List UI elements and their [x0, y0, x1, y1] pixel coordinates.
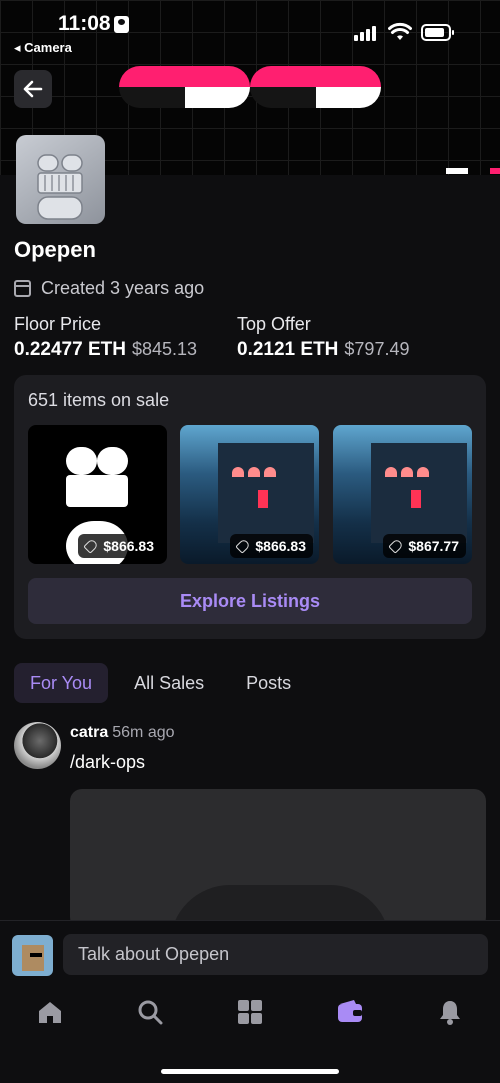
items-on-sale-card: 651 items on sale $866.83 $866.83 $867.7…	[14, 375, 486, 639]
listing-price-tag: $866.83	[230, 534, 313, 558]
created-info: Created 3 years ago	[14, 278, 204, 299]
explore-listings-button[interactable]: Explore Listings	[28, 578, 472, 624]
collection-name: Opepen	[14, 237, 96, 262]
listing-thumbnail[interactable]: $867.77	[333, 425, 472, 564]
home-indicator[interactable]	[161, 1069, 339, 1074]
floor-price-usd: $845.13	[131, 339, 198, 359]
banner-shape	[446, 168, 468, 174]
listing-thumbnail[interactable]: $866.83	[28, 425, 167, 564]
top-offer: Top Offer 0.2121 ETH $797.49	[237, 314, 409, 361]
post-channel[interactable]: /dark-ops	[70, 752, 145, 773]
feed-tabs: For You All Sales Posts	[14, 663, 307, 703]
listing-price: $866.83	[255, 538, 306, 554]
grid-icon[interactable]	[235, 997, 265, 1027]
listing-price: $866.83	[103, 538, 154, 554]
back-button[interactable]	[14, 70, 52, 108]
post-author-avatar[interactable]	[14, 722, 61, 769]
floor-price: Floor Price 0.22477 ETH $845.13	[14, 314, 197, 361]
tab-all-sales[interactable]: All Sales	[118, 663, 220, 703]
home-icon[interactable]	[35, 997, 65, 1027]
top-offer-usd: $797.49	[344, 339, 410, 359]
post-image[interactable]	[70, 789, 486, 929]
comment-composer: Talk about Opepen	[0, 920, 500, 987]
listing-thumbnail[interactable]: $866.83	[180, 425, 319, 564]
arrow-left-icon	[23, 80, 43, 98]
search-icon[interactable]	[135, 997, 165, 1027]
status-bar: 11:08 ◂ Camera	[0, 0, 500, 60]
price-tag-icon	[388, 538, 405, 554]
post-time: 56m ago	[112, 724, 175, 741]
created-label: Created 3 years ago	[41, 278, 205, 298]
top-offer-label: Top Offer	[237, 314, 311, 334]
price-tag-icon	[235, 538, 252, 554]
floor-price-eth: 0.22477 ETH	[14, 339, 126, 360]
composer-input[interactable]: Talk about Opepen	[63, 934, 488, 975]
tab-posts[interactable]: Posts	[230, 663, 307, 703]
battery-icon	[421, 24, 454, 41]
tab-for-you[interactable]: For You	[14, 663, 109, 703]
post-author[interactable]: catra	[70, 724, 108, 741]
wifi-icon	[388, 22, 412, 40]
items-on-sale-title: 651 items on sale	[28, 390, 170, 410]
banner-shape	[250, 66, 381, 108]
collection-avatar	[16, 135, 105, 224]
listing-price: $867.77	[408, 538, 459, 554]
cellular-signal-icon	[354, 25, 380, 41]
floor-price-label: Floor Price	[14, 314, 102, 334]
post-meta: catra 56m ago	[70, 724, 175, 742]
banner-shape	[490, 168, 500, 174]
status-time: 11:08	[58, 12, 111, 35]
back-to-camera-link[interactable]: ◂ Camera	[14, 40, 72, 56]
banner-shape	[119, 66, 250, 108]
top-offer-eth: 0.2121 ETH	[237, 339, 339, 360]
user-avatar[interactable]	[12, 935, 53, 976]
calendar-icon	[14, 280, 31, 297]
contact-card-icon	[114, 16, 129, 33]
listing-price-tag: $866.83	[78, 534, 161, 558]
wallet-icon[interactable]	[335, 997, 365, 1027]
bell-icon[interactable]	[435, 997, 465, 1027]
price-tag-icon	[83, 538, 100, 554]
listing-price-tag: $867.77	[383, 534, 466, 558]
